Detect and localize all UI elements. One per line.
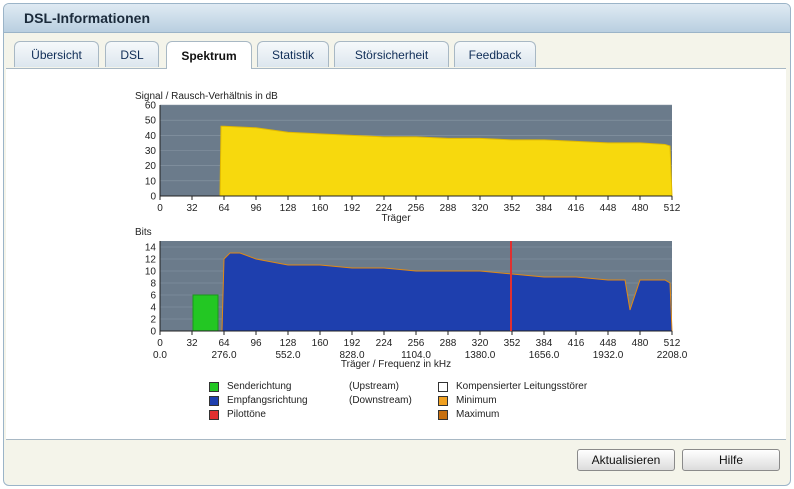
spectrum-panel: Signal / Rausch-Verhältnis in dB 0 10 20 30… xyxy=(6,68,786,440)
bits-ytick-label: 4 xyxy=(150,303,156,314)
freq-tick-label: 0.0 xyxy=(153,350,167,361)
bits-xtick-label: 256 xyxy=(408,338,425,349)
bits-xtick-label: 160 xyxy=(312,338,329,349)
snr-xtick-label: 416 xyxy=(568,203,585,214)
tab-dsl[interactable]: DSL xyxy=(105,41,159,67)
legend-downstream-swatch xyxy=(209,396,219,406)
snr-ytick-label: 60 xyxy=(145,101,157,112)
bits-xtick-label: 128 xyxy=(280,338,297,349)
bits-xtick-label: 320 xyxy=(472,338,489,349)
snr-xtick-label: 384 xyxy=(536,203,553,214)
dsl-info-window: DSL-Informationen Übersicht DSL Spektrum… xyxy=(3,3,791,486)
bits-xtick-label: 384 xyxy=(536,338,553,349)
bits-ytick-label: 10 xyxy=(145,267,157,278)
legend-pilot-swatch xyxy=(209,410,219,420)
refresh-button[interactable]: Aktualisieren xyxy=(577,449,675,471)
legend-maximum-swatch xyxy=(438,410,448,420)
snr-xtick-label: 160 xyxy=(312,203,329,214)
snr-xtick-label: 448 xyxy=(600,203,617,214)
tab-spektrum[interactable]: Spektrum xyxy=(166,41,252,69)
bits-ytick-label: 2 xyxy=(150,315,156,326)
snr-ytick-label: 0 xyxy=(150,192,156,203)
snr-xtick-label: 128 xyxy=(280,203,297,214)
snr-ytick-label: 10 xyxy=(145,176,157,187)
tab-uebersicht[interactable]: Übersicht xyxy=(14,41,99,67)
bits-xtick-label: 192 xyxy=(344,338,361,349)
snr-xtick-label: 320 xyxy=(472,203,489,214)
legend-compensated-label: Kompensierter Leitungsstörer xyxy=(456,381,588,392)
bits-xtick-label: 0 xyxy=(157,338,163,349)
snr-xtick-label: 480 xyxy=(632,203,649,214)
snr-xlabel: Träger xyxy=(381,213,411,224)
legend-upstream-swatch xyxy=(209,382,219,392)
snr-xtick-label: 512 xyxy=(664,203,681,214)
freq-tick-label: 2208.0 xyxy=(657,350,688,361)
freq-tick-label: 1380.0 xyxy=(465,350,496,361)
legend-downstream-dir: (Downstream) xyxy=(349,395,412,406)
bits-ytick-label: 12 xyxy=(145,255,157,266)
freq-tick-label: 552.0 xyxy=(275,350,300,361)
bits-xlabel: Träger / Frequenz in kHz xyxy=(341,359,451,370)
snr-ytick-label: 20 xyxy=(145,161,157,172)
snr-xtick-label: 192 xyxy=(344,203,361,214)
snr-ylabel: Signal / Rausch-Verhältnis in dB xyxy=(135,91,278,102)
snr-xtick-label: 96 xyxy=(250,203,262,214)
legend-minimum-label: Minimum xyxy=(456,395,497,406)
bits-xtick-label: 352 xyxy=(504,338,521,349)
help-button[interactable]: Hilfe xyxy=(682,449,780,471)
snr-ytick-label: 40 xyxy=(145,131,157,142)
bits-ytick-label: 6 xyxy=(150,291,156,302)
snr-xtick-label: 352 xyxy=(504,203,521,214)
tab-stoersicherheit[interactable]: Störsicherheit xyxy=(334,41,449,67)
bits-ylabel: Bits xyxy=(135,227,152,238)
snr-ytick-label: 50 xyxy=(145,116,157,127)
tab-statistik[interactable]: Statistik xyxy=(257,41,329,67)
legend-upstream-dir: (Upstream) xyxy=(349,381,400,392)
bits-xtick-label: 448 xyxy=(600,338,617,349)
bits-xtick-label: 416 xyxy=(568,338,585,349)
legend-compensated-swatch xyxy=(438,382,448,392)
snr-ytick-label: 30 xyxy=(145,146,157,157)
bits-upstream-area xyxy=(192,294,219,332)
title-bar: DSL-Informationen xyxy=(4,4,790,33)
freq-tick-label: 276.0 xyxy=(211,350,236,361)
bits-xtick-label: 96 xyxy=(250,338,262,349)
bits-xtick-label: 288 xyxy=(440,338,457,349)
bits-xtick-label: 480 xyxy=(632,338,649,349)
snr-xtick-label: 64 xyxy=(218,203,230,214)
legend-maximum-label: Maximum xyxy=(456,409,500,420)
freq-tick-label: 1932.0 xyxy=(593,350,624,361)
window-title: DSL-Informationen xyxy=(24,10,150,26)
bits-xtick-label: 224 xyxy=(376,338,393,349)
legend-pilot-label: Pilottöne xyxy=(227,409,266,420)
bits-xtick-label: 32 xyxy=(186,338,198,349)
snr-xtick-label: 288 xyxy=(440,203,457,214)
legend-downstream-label: Empfangsrichtung xyxy=(227,395,308,406)
tab-feedback[interactable]: Feedback xyxy=(454,41,536,67)
bits-ytick-label: 8 xyxy=(150,279,156,290)
bits-xtick-label: 64 xyxy=(218,338,230,349)
bits-ytick-label: 0 xyxy=(150,327,156,338)
snr-xtick-label: 32 xyxy=(186,203,198,214)
freq-tick-label: 1656.0 xyxy=(529,350,560,361)
snr-xtick-label: 0 xyxy=(157,203,163,214)
bits-xtick-label: 512 xyxy=(664,338,681,349)
bits-ytick-label: 14 xyxy=(145,243,157,254)
legend-upstream-label: Senderichtung xyxy=(227,381,292,392)
legend-minimum-swatch xyxy=(438,396,448,406)
